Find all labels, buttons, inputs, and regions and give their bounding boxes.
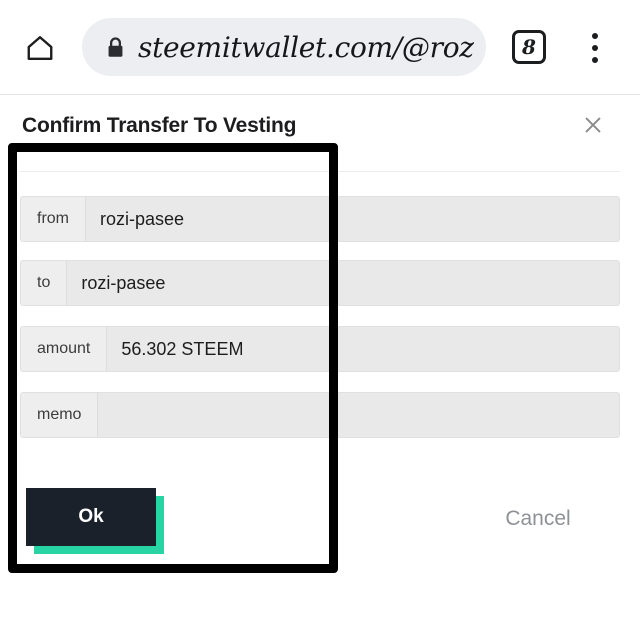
field-row-memo: memo: [20, 392, 620, 438]
title-divider: [20, 171, 620, 172]
cancel-button[interactable]: Cancel: [478, 504, 598, 534]
tab-count-label: 8: [522, 35, 536, 59]
field-value-amount[interactable]: 56.302 STEEM: [107, 327, 619, 371]
lock-icon: [104, 34, 126, 60]
ok-button-wrapper: Ok: [26, 488, 164, 554]
field-row-amount: amount 56.302 STEEM: [20, 326, 620, 372]
url-bar[interactable]: steemitwallet.com/@roz: [82, 18, 486, 76]
home-icon: [27, 36, 53, 60]
home-button[interactable]: [16, 24, 64, 72]
field-row-from: from rozi-pasee: [20, 196, 620, 242]
close-icon: [585, 117, 601, 133]
confirm-transfer-dialog: Confirm Transfer To Vesting from rozi-pa…: [0, 96, 640, 624]
url-text: steemitwallet.com/@roz: [138, 30, 474, 64]
more-vertical-icon-dot-2: [592, 45, 598, 51]
more-vertical-icon-dot-1: [592, 33, 598, 39]
page-title: Confirm Transfer To Vesting: [22, 114, 297, 137]
screen: steemitwallet.com/@roz 8 Confirm Transfe…: [0, 0, 640, 624]
tab-counter-button[interactable]: 8: [512, 30, 546, 64]
field-row-to: to rozi-pasee: [20, 260, 620, 306]
close-button[interactable]: [576, 108, 610, 142]
field-label-to: to: [21, 261, 68, 305]
ok-button[interactable]: Ok: [26, 488, 156, 546]
field-value-from[interactable]: rozi-pasee: [86, 197, 619, 241]
browser-menu-button[interactable]: [578, 24, 612, 72]
ok-button-label: Ok: [78, 506, 104, 527]
more-vertical-icon-dot-3: [592, 57, 598, 63]
field-value-memo[interactable]: [98, 393, 619, 437]
field-label-amount: amount: [21, 327, 108, 371]
field-label-from: from: [21, 197, 86, 241]
field-value-to[interactable]: rozi-pasee: [67, 261, 619, 305]
field-label-memo: memo: [21, 393, 99, 437]
browser-toolbar: steemitwallet.com/@roz 8: [0, 0, 640, 95]
cancel-button-label: Cancel: [505, 507, 571, 530]
